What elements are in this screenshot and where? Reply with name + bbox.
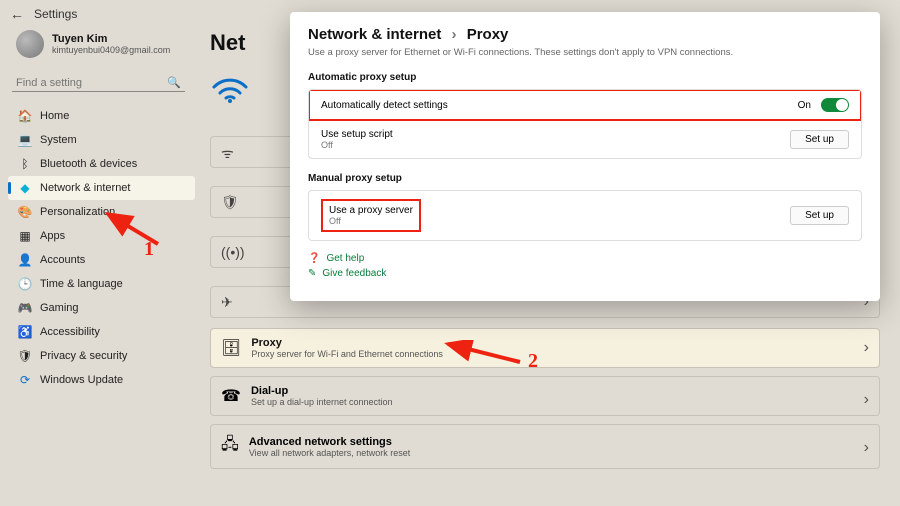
row-auto-detect[interactable]: Automatically detect settings On — [309, 90, 861, 120]
sidebar-item-label: Home — [40, 110, 69, 122]
row-label: Use setup script — [321, 129, 790, 140]
system-icon: 💻 — [18, 133, 32, 147]
row-title: Dial-up — [251, 385, 393, 397]
modal-subtext: Use a proxy server for Ethernet or Wi-Fi… — [308, 47, 862, 58]
shield-icon: 🛡 — [18, 349, 32, 363]
sidebar-item-label: Personalization — [40, 206, 115, 218]
feedback-link[interactable]: ✎ Give feedback — [308, 268, 862, 279]
airplane-icon: ✈ — [221, 294, 233, 311]
clock-icon: 🕒 — [18, 277, 32, 291]
proxy-icon: 🗄 — [221, 338, 241, 358]
row-title: Advanced network settings — [249, 436, 410, 448]
window-title: Settings — [34, 7, 77, 21]
shield-small-icon: 🛡 — [221, 194, 239, 211]
row-use-proxy: Use a proxy server Off Set up — [309, 191, 861, 240]
help-links: ❓ Get help ✎ Give feedback — [308, 253, 862, 279]
profile-block[interactable]: Tuyen Kim kimtuyenbui0409@gmail.com — [8, 24, 195, 64]
sidebar-item-label: Gaming — [40, 302, 79, 314]
sidebar-item-accessibility[interactable]: ♿ Accessibility — [8, 320, 195, 344]
annotation-number-1: 1 — [144, 238, 154, 261]
proxy-modal: Network & internet › Proxy Use a proxy s… — [290, 12, 880, 301]
link-label: Give feedback — [322, 268, 386, 279]
row-sub: Set up a dial-up internet connection — [251, 397, 393, 407]
accounts-icon: 👤 — [18, 253, 32, 267]
feedback-icon: ✎ — [308, 268, 316, 279]
advanced-icon: 🖧 — [221, 433, 239, 460]
avatar — [16, 30, 44, 58]
back-icon[interactable]: ← — [10, 6, 24, 22]
sidebar-item-time-language[interactable]: 🕒 Time & language — [8, 272, 195, 296]
profile-email: kimtuyenbui0409@gmail.com — [52, 45, 170, 55]
nav-list: 🏠 Home 💻 System ᛒ Bluetooth & devices ◆ Netw… — [8, 104, 195, 392]
sidebar-item-home[interactable]: 🏠 Home — [8, 104, 195, 128]
sidebar-item-gaming[interactable]: 🎮 Gaming — [8, 296, 195, 320]
row-proxy[interactable]: 🗄 Proxy Proxy server for Wi-Fi and Ether… — [210, 328, 880, 368]
sidebar-item-label: System — [40, 134, 77, 146]
section-auto: Automatic proxy setup — [308, 72, 862, 83]
gaming-icon: 🎮 — [18, 301, 32, 315]
use-proxy-highlight: Use a proxy server Off — [321, 199, 421, 232]
sidebar-item-label: Windows Update — [40, 374, 123, 386]
update-icon: ⟳ — [18, 373, 32, 387]
dialup-icon: ☎ — [221, 386, 241, 406]
sidebar-item-accounts[interactable]: 👤 Accounts — [8, 248, 195, 272]
sidebar-item-apps[interactable]: ▦ Apps — [8, 224, 195, 248]
search-box[interactable]: 🔍 — [12, 74, 185, 92]
get-help-link[interactable]: ❓ Get help — [308, 253, 862, 264]
apps-icon: ▦ — [18, 229, 32, 243]
row-label: Automatically detect settings — [321, 100, 798, 111]
help-icon: ❓ — [308, 253, 320, 264]
network-icon: ◆ — [18, 181, 32, 195]
chevron-right-icon: › — [452, 26, 457, 43]
row-advanced[interactable]: 🖧 Advanced network settings View all net… — [210, 424, 880, 469]
sidebar-item-label: Accessibility — [40, 326, 100, 338]
sidebar-item-label: Accounts — [40, 254, 85, 266]
bluetooth-icon: ᛒ — [18, 157, 32, 171]
row-sub: Off — [321, 140, 790, 150]
auto-card: Automatically detect settings On Use set… — [308, 89, 862, 159]
crumb-leaf: Proxy — [467, 26, 509, 43]
manual-card: Use a proxy server Off Set up — [308, 190, 862, 241]
row-sub: Off — [329, 216, 413, 226]
hotspot-icon: ((•)) — [221, 244, 245, 260]
accessibility-icon: ♿ — [18, 325, 32, 339]
toggle-auto-detect[interactable] — [821, 98, 849, 112]
row-dialup[interactable]: ☎ Dial-up Set up a dial-up internet conn… — [210, 376, 880, 416]
wifi-small-icon: ᯤ — [221, 144, 234, 163]
section-manual: Manual proxy setup — [308, 173, 862, 184]
row-label: Use a proxy server — [329, 205, 413, 216]
link-label: Get help — [326, 253, 364, 264]
sidebar-item-label: Time & language — [40, 278, 123, 290]
breadcrumb: Network & internet › Proxy — [308, 26, 862, 43]
sidebar-item-label: Privacy & security — [40, 350, 127, 362]
toggle-state: On — [798, 100, 811, 111]
personalization-icon: 🎨 — [18, 205, 32, 219]
use-proxy-button[interactable]: Set up — [790, 206, 849, 225]
sidebar-item-bluetooth[interactable]: ᛒ Bluetooth & devices — [8, 152, 195, 176]
row-sub: Proxy server for Wi-Fi and Ethernet conn… — [251, 349, 443, 359]
annotation-number-2: 2 — [528, 350, 538, 373]
sidebar-item-network[interactable]: ◆ Network & internet — [8, 176, 195, 200]
home-icon: 🏠 — [18, 109, 32, 123]
row-sub: View all network adapters, network reset — [249, 448, 410, 458]
sidebar-item-update[interactable]: ⟳ Windows Update — [8, 368, 195, 392]
sidebar-item-personalization[interactable]: 🎨 Personalization — [8, 200, 195, 224]
sidebar: Tuyen Kim kimtuyenbui0409@gmail.com 🔍 🏠 H… — [0, 24, 195, 392]
crumb-parent[interactable]: Network & internet — [308, 26, 441, 43]
search-input[interactable] — [16, 77, 167, 89]
sidebar-item-label: Network & internet — [40, 182, 130, 194]
row-setup-script: Use setup script Off Set up — [309, 120, 861, 158]
sidebar-item-label: Apps — [40, 230, 65, 242]
profile-name: Tuyen Kim — [52, 33, 170, 45]
sidebar-item-privacy[interactable]: 🛡 Privacy & security — [8, 344, 195, 368]
setup-script-button[interactable]: Set up — [790, 130, 849, 149]
sidebar-item-system[interactable]: 💻 System — [8, 128, 195, 152]
sidebar-item-label: Bluetooth & devices — [40, 158, 137, 170]
search-icon: 🔍 — [167, 76, 181, 89]
row-title: Proxy — [251, 337, 443, 349]
